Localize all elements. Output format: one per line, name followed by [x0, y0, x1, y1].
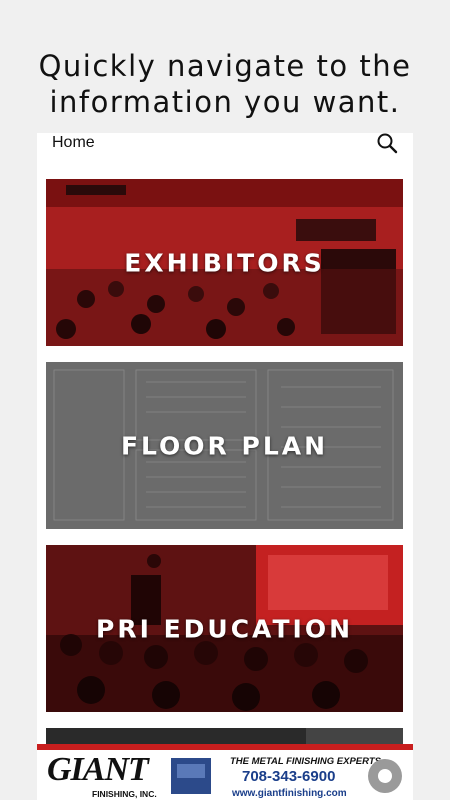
- ad-website: www.giantfinishing.com: [232, 788, 347, 799]
- machine-image: [171, 758, 211, 794]
- headline-line-1: Quickly navigate to the: [38, 49, 412, 83]
- page-title: Home: [52, 134, 95, 151]
- ad-brand-logo: GIANT: [47, 751, 149, 788]
- tile-exhibitors[interactable]: EXHIBITORS: [46, 179, 403, 346]
- ad-brand-subtitle: FINISHING, INC.: [92, 789, 157, 799]
- ad-accent-stripe: [37, 744, 413, 750]
- tile-floor-plan[interactable]: FLOOR PLAN: [46, 362, 403, 529]
- tile-label-pri-education: PRI EDUCATION: [96, 614, 353, 643]
- ad-phone-number: 708-343-6900: [242, 768, 336, 785]
- app-bar: Home: [37, 133, 413, 173]
- tile-label-floor-plan: FLOOR PLAN: [120, 431, 329, 460]
- headline-line-2: information you want.: [49, 85, 401, 119]
- promo-headline: Quickly navigate to the information you …: [0, 48, 450, 120]
- sponsor-banner-ad[interactable]: GIANT FINISHING, INC. THE METAL FINISHIN…: [37, 744, 413, 800]
- tile-label-exhibitors: EXHIBITORS: [124, 248, 325, 277]
- search-button[interactable]: [375, 133, 401, 157]
- search-icon: [377, 133, 398, 154]
- tile-pri-education[interactable]: PRI EDUCATION: [46, 545, 403, 712]
- ad-tagline: THE METAL FINISHING EXPERTS: [230, 756, 381, 767]
- gear-icon: [368, 759, 402, 793]
- app-screen: Home EXHIBITORS FLOOR PLAN PRI EDUCATION: [37, 133, 413, 800]
